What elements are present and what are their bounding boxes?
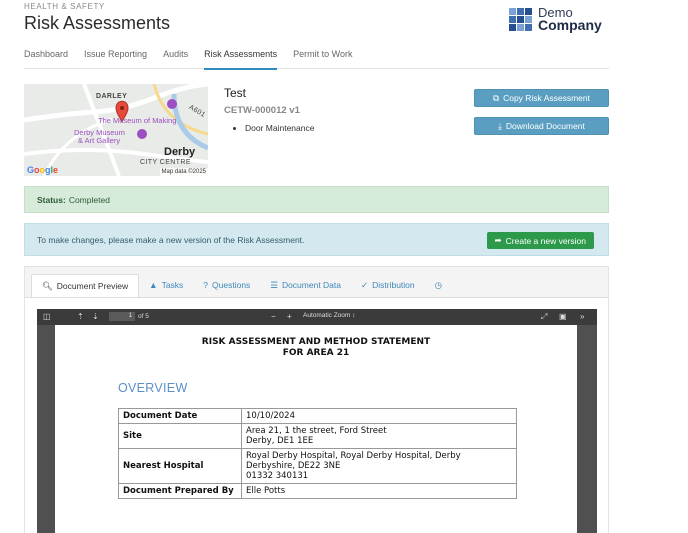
table-row: Site Area 21, 1 the street, Ford Street … — [118, 423, 517, 449]
status-value: Completed — [68, 194, 110, 205]
tab-document-data[interactable]: ☰ Document Data — [260, 274, 351, 298]
table-value: Elle Potts — [241, 483, 517, 499]
tab-permit-to-work[interactable]: Permit to Work — [293, 42, 352, 69]
map-data-attribution[interactable]: Map data ©2025 — [159, 168, 208, 176]
assessment-name: Test — [224, 86, 247, 100]
download-button-label: Download Document — [505, 121, 585, 131]
company-logo[interactable]: Demo Company — [509, 4, 609, 34]
document-preview-body: ◫ ⇡ ⇣ 1 of 5 − + Automatic Zoom ↕ ⤢ ▣ » … — [25, 297, 608, 533]
check-icon: ✓ — [361, 280, 369, 290]
tab-audits[interactable]: Audits — [163, 42, 188, 69]
document-panel: 🔍︎ Document Preview ▲ Tasks ? Questions … — [24, 266, 609, 533]
sidebar-toggle-icon[interactable]: ◫ — [43, 312, 51, 321]
tab-risk-assessments[interactable]: Risk Assessments — [204, 42, 278, 70]
pdf-toolbar: ◫ ⇡ ⇣ 1 of 5 − + Automatic Zoom ↕ ⤢ ▣ » — [37, 309, 597, 325]
tab-label: Tasks — [161, 280, 184, 290]
zoom-in-icon[interactable]: + — [287, 312, 292, 321]
zoom-select-value: Automatic Zoom — [303, 312, 351, 319]
pdf-viewer: ◫ ⇡ ⇣ 1 of 5 − + Automatic Zoom ↕ ⤢ ▣ » … — [37, 309, 597, 533]
tab-questions[interactable]: ? Questions — [193, 274, 260, 298]
tab-distribution[interactable]: ✓ Distribution — [351, 274, 425, 298]
page-number-input[interactable]: 1 — [109, 312, 135, 321]
version-notice: To make changes, please make a new versi… — [24, 223, 609, 256]
table-row: Nearest Hospital Royal Derby Hospital, R… — [118, 448, 517, 484]
copy-button-label: Copy Risk Assessment — [503, 93, 590, 103]
save-icon[interactable]: ▣ — [559, 312, 567, 321]
tab-label: Document Data — [281, 280, 341, 290]
download-document-button[interactable]: ⤓ Download Document — [474, 117, 609, 135]
table-key: Nearest Hospital — [118, 448, 242, 484]
create-new-version-button[interactable]: ➦ Create a new version — [486, 232, 594, 249]
presentation-mode-icon[interactable]: ⤢ — [541, 312, 547, 322]
warning-icon: ▲ — [149, 280, 158, 290]
logo-mark-icon — [509, 7, 532, 31]
list-item: Door Maintenance — [245, 123, 444, 133]
pdf-page: RISK ASSESSMENT AND METHOD STATEMENT FOR… — [55, 325, 577, 533]
tab-history[interactable]: ◷ — [425, 274, 452, 298]
table-key: Site — [118, 423, 242, 449]
next-page-icon[interactable]: ⇣ — [92, 312, 99, 321]
assessment-info: Test CETW-000012 v1 Door Maintenance — [224, 86, 444, 133]
section-heading: OVERVIEW — [118, 381, 188, 395]
document-title: RISK ASSESSMENT AND METHOD STATEMENT FOR… — [55, 337, 577, 359]
tab-tasks[interactable]: ▲ Tasks — [139, 274, 193, 298]
tab-label: Distribution — [372, 280, 415, 290]
main-nav-tabs: Dashboard Issue Reporting Audits Risk As… — [24, 42, 609, 70]
list-icon: ☰ — [270, 280, 278, 290]
assessment-items: Door Maintenance — [245, 123, 444, 133]
table-value: 10/10/2024 — [241, 408, 517, 424]
page-title: Risk Assessments — [24, 13, 171, 33]
overview-table: Document Date 10/10/2024 Site Area 21, 1… — [118, 408, 517, 499]
table-value: Royal Derby Hospital, Royal Derby Hospit… — [241, 448, 517, 484]
page-count: of 5 — [138, 313, 149, 320]
table-key: Document Prepared By — [118, 483, 242, 499]
logo-text-line2: Company — [538, 17, 602, 33]
value-line: Derby, DE1 1EE — [246, 436, 314, 446]
table-row: Document Prepared By Elle Potts — [118, 483, 517, 499]
value-line: Royal Derby Hospital, Royal Derby Hospit… — [246, 451, 461, 461]
copy-risk-assessment-button[interactable]: ⧉ Copy Risk Assessment — [474, 89, 609, 107]
table-row: Document Date 10/10/2024 — [118, 408, 517, 424]
value-line: Area 21, 1 the street, Ford Street — [246, 426, 387, 436]
tools-menu-icon[interactable]: » — [580, 312, 584, 321]
zoom-select[interactable]: Automatic Zoom ↕ — [303, 312, 355, 319]
tab-label: Document Preview — [56, 281, 129, 291]
document-title-line1: RISK ASSESSMENT AND METHOD STATEMENT — [201, 337, 431, 347]
document-tabs: 🔍︎ Document Preview ▲ Tasks ? Questions … — [31, 274, 452, 298]
history-icon: ◷ — [434, 280, 443, 290]
google-logo: Google — [27, 165, 59, 175]
download-icon: ⤓ — [498, 120, 502, 131]
question-icon: ? — [203, 280, 209, 290]
tab-dashboard[interactable]: Dashboard — [24, 42, 68, 69]
share-arrow-icon: ➦ — [494, 235, 502, 245]
zoom-out-icon[interactable]: − — [271, 312, 276, 321]
version-notice-text: To make changes, please make a new versi… — [37, 234, 305, 245]
section-kicker: HEALTH & SAFETY — [24, 2, 105, 11]
map-poi-museum-of-making: The Museum of Making — [98, 116, 177, 125]
map-label-city: Derby — [164, 146, 196, 158]
value-line: 10/10/2024 — [246, 411, 295, 421]
copy-icon: ⧉ — [493, 92, 500, 103]
tab-document-preview[interactable]: 🔍︎ Document Preview — [31, 274, 140, 298]
table-key: Document Date — [118, 408, 242, 424]
value-line: 01332 340131 — [246, 471, 309, 481]
create-version-label: Create a new version — [505, 235, 586, 246]
document-title-line2: FOR AREA 21 — [282, 348, 350, 358]
tab-issue-reporting[interactable]: Issue Reporting — [84, 42, 147, 69]
map-label-city-centre: CITY CENTRE — [140, 159, 191, 166]
search-icon: 🔍︎ — [42, 281, 53, 291]
location-map[interactable]: DARLEY A601 The Museum of Making Derby M… — [24, 84, 208, 176]
status-label: Status: — [37, 194, 66, 205]
table-value: Area 21, 1 the street, Ford Street Derby… — [241, 423, 517, 449]
value-line: Elle Potts — [246, 486, 286, 496]
map-label-district: DARLEY — [96, 93, 128, 100]
previous-page-icon[interactable]: ⇡ — [77, 312, 84, 321]
status-alert: Status: Completed — [24, 186, 609, 213]
value-line: Derbyshire, DE22 3NE — [246, 461, 341, 471]
map-poi-derby-museum-line2: & Art Gallery — [78, 136, 121, 145]
assessment-reference: CETW-000012 v1 — [224, 105, 300, 116]
tab-label: Questions — [212, 280, 251, 290]
